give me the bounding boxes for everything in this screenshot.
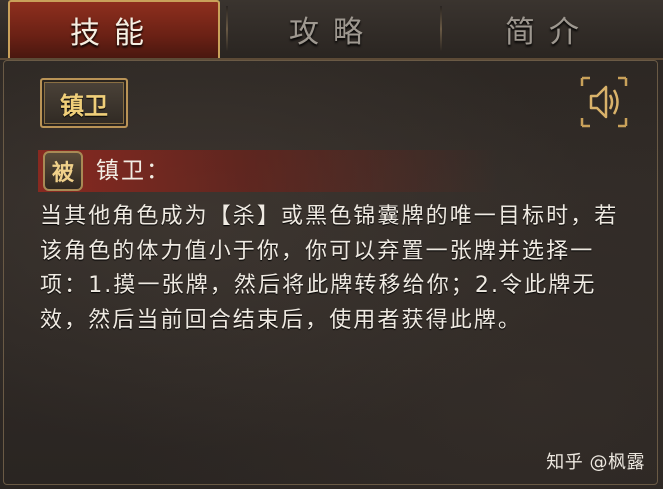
speaker-icon[interactable] (576, 74, 632, 130)
tab-bar: 技能 攻略 简介 (0, 0, 663, 60)
tab-strategy[interactable]: 攻略 (228, 0, 438, 58)
skill-title-badge: 镇卫 (40, 78, 128, 128)
skill-header: 镇卫： (96, 158, 171, 184)
skill-description: 当其他角色成为【杀】或黑色锦囊牌的唯一目标时，若该角色的体力值小于你，你可以弃置… (40, 204, 619, 333)
tab-skill[interactable]: 技能 (8, 0, 220, 58)
tab-intro[interactable]: 简介 (442, 0, 656, 58)
passive-tag: 被 (43, 151, 83, 191)
skill-panel: 技能 攻略 简介 镇卫 被 镇卫： 当其他角色成为【杀】或黑色锦囊牌的唯一目标时… (0, 0, 663, 489)
watermark: 知乎 @枫露 (546, 452, 645, 473)
